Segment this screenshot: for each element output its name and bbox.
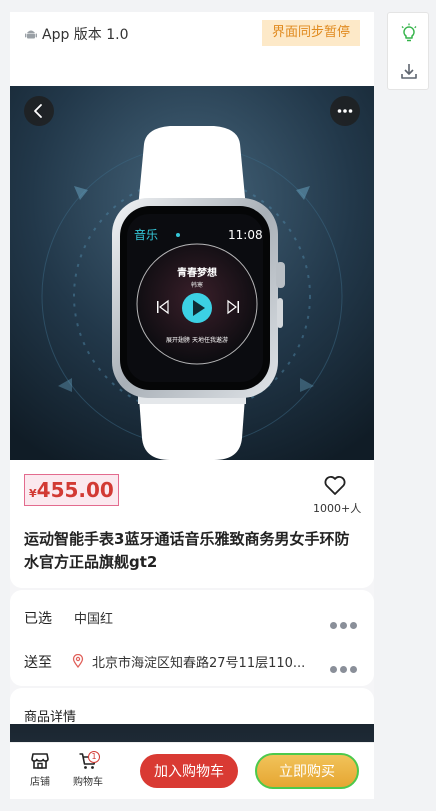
price-card: ¥455.00 1000+人 运动智能手表3蓝牙通话音乐雅致商务男女手环防水官方… bbox=[10, 460, 374, 588]
lightbulb-icon[interactable] bbox=[399, 23, 419, 43]
details-title: 商品详情 bbox=[24, 710, 77, 725]
smartwatch-illustration: 音乐 11:08 青春梦想 韩寒 展开翅膀 天地任我遨游 bbox=[10, 86, 374, 460]
watch-song-title: 青春梦想 bbox=[177, 266, 217, 279]
delivery-row[interactable]: 送至 北京市海淀区知春路27号11层110... bbox=[10, 644, 374, 678]
buy-now-button[interactable]: 立即购买 bbox=[255, 753, 359, 789]
watch-lyric: 展开翅膀 天地任我遨游 bbox=[166, 336, 228, 344]
bottom-action-bar: 店铺 1 购物车 加入购物车 立即购买 bbox=[10, 742, 374, 799]
delivery-label: 送至 bbox=[24, 655, 52, 671]
selected-option-row[interactable]: 已选 中国红 bbox=[10, 600, 374, 634]
add-to-cart-button[interactable]: 加入购物车 bbox=[140, 754, 238, 788]
download-icon[interactable] bbox=[399, 61, 419, 81]
delivery-address: 北京市海淀区知春路27号11层110... bbox=[92, 656, 306, 671]
store-label: 店铺 bbox=[30, 777, 50, 788]
watch-time: 11:08 bbox=[228, 228, 263, 242]
product-price: ¥455.00 bbox=[24, 474, 119, 506]
cart-label: 购物车 bbox=[73, 777, 103, 788]
price-value: 455.00 bbox=[36, 478, 114, 502]
side-toolbar bbox=[387, 12, 429, 90]
app-version-label: App 版本 1.0 bbox=[42, 27, 129, 43]
selected-value: 中国红 bbox=[74, 612, 114, 627]
more-dots-icon bbox=[330, 658, 360, 673]
heart-icon[interactable] bbox=[323, 474, 347, 496]
spec-card: 已选 中国红 送至 北京市海淀区知春路27号11层110... bbox=[10, 590, 374, 686]
more-button[interactable] bbox=[330, 96, 360, 126]
favorite-count: 1000+人 bbox=[313, 502, 362, 515]
cart-button[interactable]: 1 购物车 bbox=[68, 751, 108, 795]
back-button[interactable] bbox=[24, 96, 54, 126]
location-pin-icon bbox=[72, 654, 84, 668]
currency-symbol: ¥ bbox=[29, 487, 37, 500]
product-image: 音乐 11:08 青春梦想 韩寒 展开翅膀 天地任我遨游 bbox=[10, 86, 374, 460]
product-title: 运动智能手表3蓝牙通话音乐雅致商务男女手环防水官方正品旗舰gt2 bbox=[24, 530, 350, 571]
watch-app-name: 音乐 bbox=[134, 227, 158, 242]
phone-screen: App 版本 1.0 界面同步暂停 音乐 11:08 青春梦想 韩寒 展开翅膀 … bbox=[10, 12, 374, 799]
android-icon bbox=[25, 30, 37, 39]
store-button[interactable]: 店铺 bbox=[20, 751, 60, 795]
app-header: App 版本 1.0 界面同步暂停 bbox=[10, 12, 374, 86]
chevron-left-icon bbox=[34, 104, 42, 118]
store-icon bbox=[31, 753, 49, 769]
more-dots-icon bbox=[330, 614, 360, 629]
watch-artist: 韩寒 bbox=[191, 281, 203, 289]
sync-status-badge[interactable]: 界面同步暂停 bbox=[262, 20, 360, 46]
cart-count-badge: 1 bbox=[88, 751, 100, 763]
selected-label: 已选 bbox=[24, 611, 52, 627]
more-dots-icon bbox=[337, 109, 353, 113]
